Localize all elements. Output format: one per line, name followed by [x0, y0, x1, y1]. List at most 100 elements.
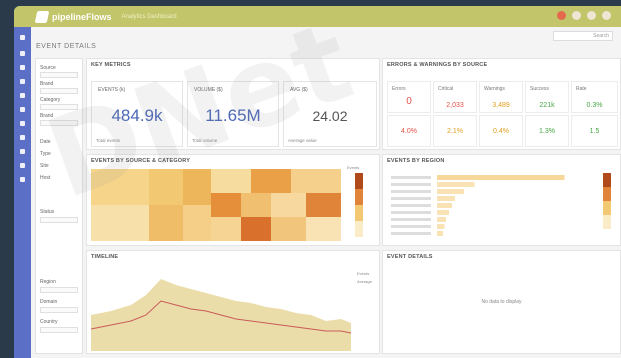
heatmap-cell: [251, 169, 291, 193]
region-bar[interactable]: [437, 175, 565, 180]
region-bar[interactable]: [437, 217, 446, 222]
heatmap-cell: [306, 217, 341, 241]
logo[interactable]: pipelineFlows Analytics Dashboard: [34, 10, 177, 23]
filter-dropdown[interactable]: [40, 88, 78, 94]
error-tile[interactable]: Rate 0.3%: [571, 81, 618, 113]
top-bar: pipelineFlows Analytics Dashboard: [14, 6, 621, 27]
filter-dropdown[interactable]: [40, 287, 78, 293]
heatmap-cell: [149, 205, 183, 241]
filter-label: Category: [40, 97, 61, 103]
region-bar[interactable]: [437, 210, 449, 215]
error-tile[interactable]: Critical 2,033: [433, 81, 477, 113]
heatmap-legend: [355, 173, 363, 237]
kpi-value: 11.65M: [205, 106, 261, 125]
nav-table-icon[interactable]: [20, 107, 25, 112]
tile-value: 4.0%: [401, 128, 417, 135]
filter-label: Brand: [40, 113, 54, 119]
heatmap-cell: [183, 205, 211, 241]
region-bar[interactable]: [437, 189, 464, 194]
settings-icon[interactable]: [587, 11, 596, 20]
filter-dropdown[interactable]: [40, 327, 78, 333]
tile-value: 2.1%: [447, 128, 463, 135]
help-icon[interactable]: [602, 11, 611, 20]
region-bar-label: [391, 183, 431, 186]
region-bar-label: [391, 190, 431, 193]
heatmap-chart[interactable]: [91, 169, 341, 241]
kpi-card[interactable]: AVG ($) 24.02 Average value: [283, 81, 377, 147]
heatmap-cell: [291, 169, 341, 193]
nav-list-icon[interactable]: [20, 79, 25, 84]
region-bar-label: [391, 211, 431, 214]
region-bar-label: [391, 218, 431, 221]
timeline-panel: TIMELINE Events Average: [86, 250, 380, 354]
bar-legend: [603, 173, 611, 229]
region-bar[interactable]: [437, 182, 475, 187]
region-bar[interactable]: [437, 203, 452, 208]
region-bar-chart[interactable]: [387, 169, 597, 241]
nav-chart-icon[interactable]: [20, 93, 25, 98]
heatmap-title: EVENTS BY SOURCE & CATEGORY: [91, 158, 191, 164]
kpi-section-title: KEY METRICS: [91, 62, 131, 68]
errors-section: ERRORS & WARNINGS BY SOURCE Errors 0 Cri…: [382, 58, 621, 150]
error-tile[interactable]: 1.3%: [525, 115, 569, 147]
logo-icon: [34, 10, 50, 23]
filter-panel: Source Brand Category Brand Date Type Si…: [35, 58, 83, 354]
heatmap-cell: [183, 169, 211, 205]
kpi-card[interactable]: VOLUME ($) 11.65M Total volume: [187, 81, 279, 147]
top-icons: [557, 11, 611, 20]
logo-text: pipelineFlows: [52, 11, 112, 22]
nav-filter-icon[interactable]: [20, 121, 25, 126]
nav-user-icon[interactable]: [20, 177, 25, 182]
region-bar[interactable]: [437, 224, 445, 229]
tile-value: 3,489: [492, 102, 510, 109]
kpi-label: AVG ($): [290, 87, 308, 93]
user-icon[interactable]: [572, 11, 581, 20]
nav-report-icon[interactable]: [20, 149, 25, 154]
tile-label: Errors: [392, 86, 406, 92]
nav-alert-icon[interactable]: [20, 135, 25, 140]
region-bar-label: [391, 232, 431, 235]
error-tile[interactable]: Warnings 3,489: [479, 81, 523, 113]
nav-home-icon[interactable]: [20, 35, 25, 40]
region-bar-label: [391, 225, 431, 228]
alert-icon[interactable]: [557, 11, 566, 20]
error-tile[interactable]: Errors 0: [387, 81, 431, 113]
filter-label: Type: [40, 151, 51, 157]
heatmap-cell: [271, 217, 306, 241]
filter-label: Host: [40, 175, 51, 181]
filter-dropdown[interactable]: [40, 72, 78, 78]
filter-label: Domain: [40, 299, 58, 305]
search-input[interactable]: Search: [553, 31, 613, 41]
nav-dashboard-icon[interactable]: [20, 51, 25, 56]
error-tile[interactable]: 4.0%: [387, 115, 431, 147]
region-bar[interactable]: [437, 231, 443, 236]
heatmap-legend-label: Events: [347, 165, 360, 170]
filter-label: Region: [40, 279, 56, 285]
filter-label: Status: [40, 209, 55, 215]
filter-dropdown[interactable]: [40, 104, 78, 110]
region-bar[interactable]: [437, 196, 455, 201]
heatmap-cell: [149, 169, 183, 205]
kpi-value: 484.9k: [111, 106, 163, 125]
heatmap-cell: [211, 193, 241, 217]
error-tile[interactable]: 2.1%: [433, 115, 477, 147]
nav-search-icon[interactable]: [20, 65, 25, 70]
tile-value: 0.4%: [493, 128, 509, 135]
filter-dropdown[interactable]: [40, 120, 78, 126]
kpi-footer: Average value: [288, 138, 317, 143]
filter-label: Brand: [40, 81, 54, 87]
errors-section-title: ERRORS & WARNINGS BY SOURCE: [387, 62, 488, 68]
error-tile[interactable]: 0.4%: [479, 115, 523, 147]
timeline-legend-item: Average: [357, 279, 372, 284]
tile-value: 221k: [539, 102, 555, 109]
error-tile[interactable]: Success 221k: [525, 81, 569, 113]
nav-settings-icon[interactable]: [20, 163, 25, 168]
timeline-chart[interactable]: [91, 265, 351, 351]
kpi-card[interactable]: EVENTS (k) 484.9k Total events: [91, 81, 183, 147]
kpi-footer: Total events: [96, 138, 121, 143]
region-bar-label: [391, 176, 431, 179]
timeline-legend-item: Events: [357, 271, 370, 276]
filter-dropdown[interactable]: [40, 217, 78, 223]
error-tile[interactable]: 1.5: [571, 115, 618, 147]
filter-dropdown[interactable]: [40, 307, 78, 313]
